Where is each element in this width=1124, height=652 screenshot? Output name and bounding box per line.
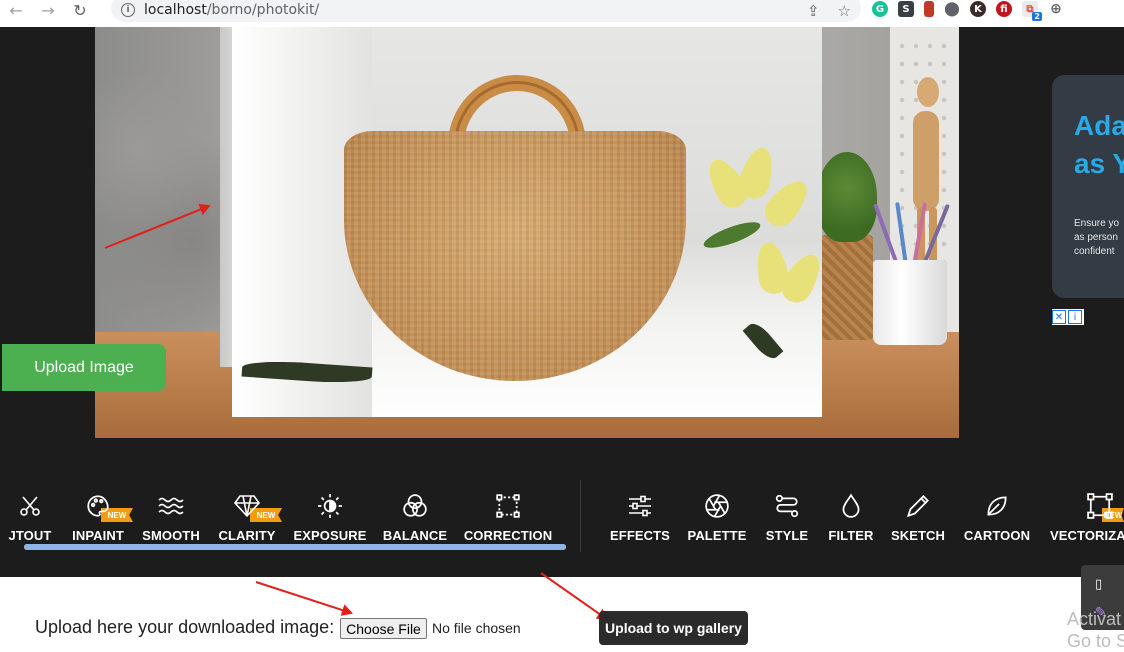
browser-toolbar: ← → ↻ i localhost/borno/photokit/ ⇪ ☆ G … [0,0,1124,22]
upload-to-wp-gallery-button[interactable]: Upload to wp gallery [599,611,748,645]
info-icon[interactable]: i [121,3,135,17]
tool-label: JTOUT [8,528,52,543]
tool-effects[interactable]: EFFECTS [610,492,670,543]
leaf-icon [983,492,1011,520]
extension-count-badge: 2 [1032,12,1042,21]
sun-icon [316,492,344,520]
tool-label: CORRECTION [463,528,553,543]
address-bar[interactable]: i localhost/borno/photokit/ ⇪ ☆ [111,0,861,22]
extension-badge-icon[interactable]: ⧉ 2 [1022,1,1042,21]
wall-texture [95,27,235,332]
vector-icon [1086,492,1114,520]
k-extension-icon[interactable]: K [970,1,986,17]
tool-label: PALETTE [687,528,747,543]
ad-title: Ada as Y [1074,110,1124,179]
wicker-bag [344,131,686,381]
tool-clarity[interactable]: CLARITY [218,492,276,543]
url-text[interactable]: localhost/borno/photokit/ [144,2,319,18]
tool-style[interactable]: STYLE [764,492,810,543]
bookmark-extension-icon[interactable] [924,1,934,17]
tool-label: FILTER [828,528,874,543]
choose-file-button[interactable]: Choose File [340,618,427,639]
upload-instruction-label: Upload here your downloaded image: [35,617,335,637]
image-canvas[interactable] [95,27,959,438]
tool-label: BALANCE [382,528,448,543]
tool-vectorize[interactable]: VECTORIZAT [1050,492,1124,543]
scrollbar-thumb[interactable] [24,544,566,550]
back-icon[interactable]: ← [0,0,32,20]
tool-label: STYLE [765,528,809,543]
grammarly-extension-icon[interactable]: G [872,1,888,17]
drop-icon [837,492,865,520]
activation-watermark: Activat Go to Se [1067,609,1124,651]
toolbar-divider [580,480,581,552]
annotation-arrow [540,572,608,620]
brush-cup [873,260,947,345]
palette-icon [84,492,112,520]
style-icon [773,492,801,520]
diamond-icon [233,492,261,520]
lily-flowers [701,144,822,327]
globe-extension-icon[interactable]: ⊕ [1048,1,1064,17]
tool-label: SKETCH [890,528,946,543]
aperture-icon [703,492,731,520]
reload-icon[interactable]: ↻ [64,0,96,20]
close-icon[interactable]: ✕ [1052,310,1066,324]
tool-exposure[interactable]: EXPOSURE [293,492,367,543]
s-extension-icon[interactable]: S [898,1,914,17]
annotation-arrow [255,581,352,614]
mouse-icon: ▯ [1095,577,1103,592]
tool-label: VECTORIZAT [1050,528,1124,543]
tool-label: EXPOSURE [293,528,367,543]
tool-inpaint[interactable]: INPAINT [70,492,126,543]
tool-sketch[interactable]: SKETCH [890,492,946,543]
star-icon[interactable]: ☆ [838,2,851,20]
tool-correction[interactable]: CORRECTION [464,492,552,543]
scissors-icon [16,492,44,520]
toolbar-scrollbar[interactable] [24,544,566,550]
tools-toolbar: JTOUT NEW INPAINT SMOOTH NEW CLARITY EXP… [0,465,1124,565]
tool-cartoon[interactable]: CARTOON [964,492,1030,543]
ad-choices[interactable]: ✕ i [1052,309,1084,325]
tool-filter[interactable]: FILTER [828,492,874,543]
forward-icon[interactable]: → [32,0,64,20]
share-icon[interactable]: ⇪ [807,2,820,20]
tool-label: CLARITY [218,528,276,543]
green-plant [817,152,877,242]
tool-label: EFFECTS [610,528,670,543]
tool-label: CARTOON [963,528,1031,543]
crop-icon [494,492,522,520]
advertisement[interactable]: Ada as Y Ensure yo as person confident [1052,75,1124,298]
plant-basket [821,235,873,340]
ad-text: Ensure yo as person confident [1074,218,1120,257]
upload-image-button[interactable]: Upload Image [2,344,166,391]
fi-extension-icon[interactable]: fi [996,1,1012,17]
info-icon[interactable]: i [1068,310,1082,324]
color-circles-icon [401,492,429,520]
tool-label: INPAINT [72,528,124,543]
tool-palette[interactable]: PALETTE [688,492,746,543]
waves-icon [157,492,185,520]
pencil-icon [904,492,932,520]
tool-label: SMOOTH [142,528,200,543]
pin-extension-icon[interactable]: ⬤ [944,1,960,17]
sliders-icon [626,492,654,520]
tool-smooth[interactable]: SMOOTH [142,492,200,543]
editor-area: Upload Image Ada as Y Ensure yo as perso… [0,27,1124,577]
tool-balance[interactable]: BALANCE [382,492,448,543]
tool-cutout[interactable]: JTOUT [8,492,52,543]
file-status-text: No file chosen [432,620,521,636]
foreground-photo [232,27,822,417]
